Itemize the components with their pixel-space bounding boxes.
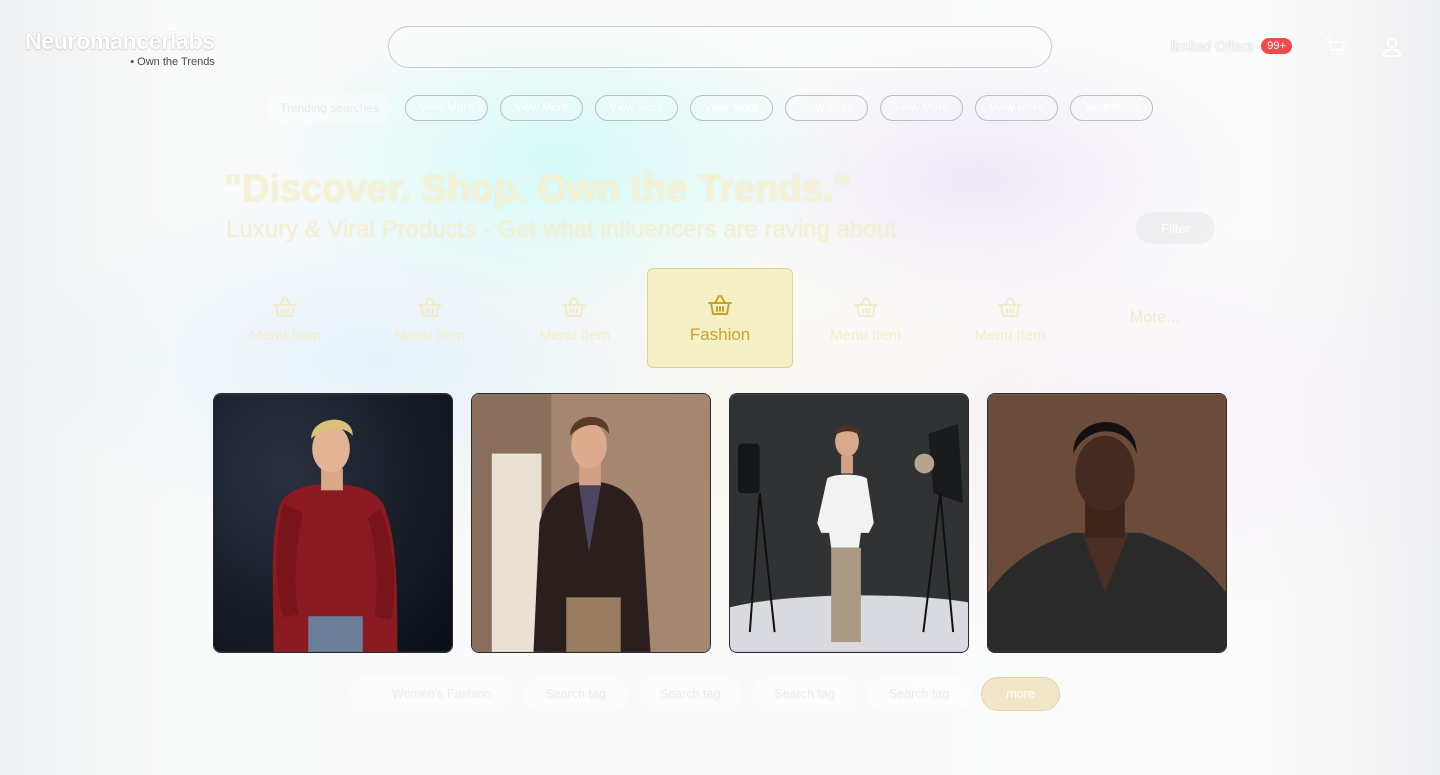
brand-tagline: • Own the Trends — [130, 56, 215, 68]
man-leather-jacket-photo — [472, 394, 710, 652]
menu-item-label: Menu Item — [394, 326, 466, 344]
offers-label: limited Offers — [1171, 38, 1254, 54]
search-tag[interactable]: Women's Fashion — [349, 677, 514, 711]
trending-pill[interactable]: View More — [1069, 95, 1153, 121]
category-menu: Menu Item Menu Item Menu Item Fashion Me… — [213, 268, 1227, 368]
trending-searches: Trending searches View More View More Vi… — [266, 94, 1153, 122]
search-icon — [371, 688, 384, 701]
hero-title: "Discover. Shop. Own the Trends." — [224, 168, 852, 210]
basket-icon — [708, 295, 733, 315]
menu-item[interactable]: Menu Item — [938, 268, 1083, 368]
search-tag[interactable]: Search tag — [866, 677, 972, 711]
menu-item-fashion[interactable]: Fashion — [646, 268, 794, 368]
trending-label: Trending searches — [266, 94, 393, 122]
limited-offers-link[interactable]: limited Offers 99+ — [1171, 38, 1292, 54]
product-card[interactable] — [471, 393, 711, 653]
menu-item-label: Menu Item — [249, 326, 321, 344]
search-tag-label: Women's Fashion — [392, 687, 492, 701]
product-card[interactable] — [729, 393, 969, 653]
search-tag[interactable]: Search tag — [752, 677, 857, 711]
trending-pill[interactable]: View More — [689, 95, 773, 121]
trending-pill[interactable]: View More — [879, 95, 963, 121]
user-icon[interactable] — [1380, 35, 1404, 59]
menu-more-button[interactable]: More... — [1082, 268, 1227, 368]
menu-item[interactable]: Menu Item — [502, 268, 647, 368]
menu-item-label: Menu Item — [539, 326, 610, 344]
menu-item-label: Menu Item — [974, 326, 1046, 344]
brand-logo[interactable]: Neuromancerlabs • Own the Trends — [25, 28, 215, 68]
offers-count-badge: 99+ — [1261, 38, 1292, 54]
search-input[interactable] — [388, 26, 1052, 68]
basket-icon — [273, 296, 298, 317]
trending-pill[interactable]: View More — [784, 95, 868, 121]
man-red-sweater-photo — [214, 394, 452, 652]
menu-more-label: More... — [1129, 309, 1180, 326]
product-card[interactable] — [213, 393, 453, 653]
filter-button[interactable]: Filter — [1136, 212, 1215, 244]
basket-icon — [417, 296, 442, 317]
product-card[interactable] — [987, 393, 1227, 653]
search-tag[interactable]: Search tag — [523, 677, 628, 711]
menu-item[interactable]: Menu Item — [793, 268, 938, 368]
menu-item[interactable]: Menu Item — [213, 268, 358, 368]
menu-item[interactable]: Menu Item — [358, 268, 503, 368]
basket-icon — [998, 296, 1023, 317]
man-white-tshirt-studio-photo — [730, 394, 968, 652]
trending-pill[interactable]: View More — [499, 95, 583, 121]
trending-pill[interactable]: View More — [594, 95, 678, 121]
menu-item-label: Fashion — [689, 325, 751, 344]
man-dark-jacket-portrait-photo — [988, 394, 1226, 652]
product-grid — [213, 393, 1227, 653]
basket-icon — [853, 296, 878, 317]
trending-pill[interactable]: View More — [404, 95, 488, 121]
hero-subtitle: Luxury & Viral Products - Get what influ… — [226, 216, 897, 243]
brand-name: Neuromancerlabs — [25, 28, 215, 54]
cart-icon[interactable] — [1324, 35, 1348, 59]
trending-pill[interactable]: View More — [974, 95, 1058, 121]
basket-icon — [562, 296, 587, 317]
more-tags-button[interactable]: more — [981, 677, 1060, 711]
menu-item-label: Menu Item — [830, 326, 902, 344]
search-tag[interactable]: Search tag — [637, 677, 743, 711]
search-tags: Women's Fashion Search tag Search tag Se… — [349, 677, 1060, 711]
